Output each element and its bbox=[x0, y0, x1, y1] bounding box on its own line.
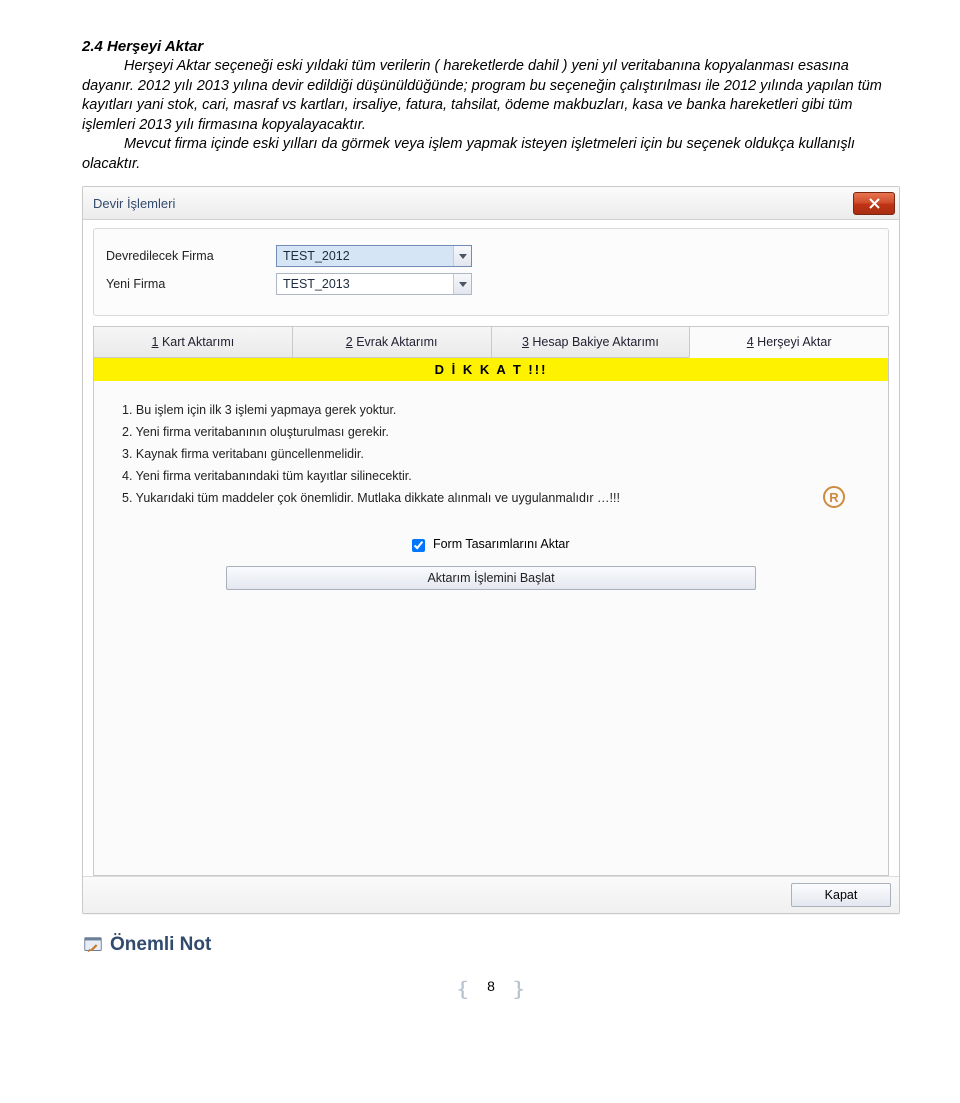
tab-4-key: 4 bbox=[747, 335, 754, 349]
tab-2-key: 2 bbox=[346, 335, 353, 349]
page-number: 8 bbox=[481, 978, 501, 994]
section-title: 2.4 Herşeyi Aktar bbox=[82, 38, 900, 55]
kapat-button[interactable]: Kapat bbox=[791, 883, 891, 907]
devir-islemleri-window: Devir İşlemleri Devredilecek Firma bbox=[82, 186, 900, 914]
aktarim-baslat-button[interactable]: Aktarım İşlemini Başlat bbox=[226, 566, 756, 590]
note-icon bbox=[82, 934, 104, 956]
notice-item: 1. Bu işlem için ilk 3 işlemi yapmaya ge… bbox=[122, 403, 872, 417]
form-tasarimlarini-aktar-label: Form Tasarımlarını Aktar bbox=[433, 537, 570, 551]
tab-herseyi-aktar[interactable]: 4 Herşeyi Aktar bbox=[689, 326, 889, 358]
dropdown-arrow[interactable] bbox=[453, 246, 471, 266]
notice-item: 2. Yeni firma veritabanının oluşturulmas… bbox=[122, 425, 872, 439]
onemli-not-heading: Önemli Not bbox=[82, 934, 900, 956]
tab-4-label: Herşeyi Aktar bbox=[754, 335, 832, 349]
tab-kart-aktarimi[interactable]: 1 Kart Aktarımı bbox=[93, 326, 292, 357]
devredilecek-firma-combo[interactable] bbox=[276, 245, 472, 267]
devredilecek-firma-label: Devredilecek Firma bbox=[106, 249, 276, 263]
window-title: Devir İşlemleri bbox=[93, 196, 175, 211]
notice-item: 4. Yeni firma veritabanındaki tüm kayıtl… bbox=[122, 469, 872, 483]
window-footer: Kapat bbox=[83, 876, 899, 913]
chevron-down-icon bbox=[459, 254, 467, 259]
tab-1-label: Kart Aktarımı bbox=[158, 335, 234, 349]
notice-list: 1. Bu işlem için ilk 3 işlemi yapmaya ge… bbox=[94, 381, 888, 519]
yeni-firma-row: Yeni Firma bbox=[106, 273, 876, 295]
window-titlebar: Devir İşlemleri bbox=[83, 187, 899, 220]
brace-right-icon: ﹜ bbox=[499, 966, 538, 1006]
devredilecek-firma-row: Devredilecek Firma bbox=[106, 245, 876, 267]
tab-2-label: Evrak Aktarımı bbox=[353, 335, 438, 349]
close-icon bbox=[869, 198, 880, 209]
tab-content: D İ K K A T !!! 1. Bu işlem için ilk 3 i… bbox=[93, 358, 889, 876]
dikkat-banner: D İ K K A T !!! bbox=[94, 358, 888, 381]
yeni-firma-combo[interactable] bbox=[276, 273, 472, 295]
form-panel: Devredilecek Firma Yeni Firma bbox=[93, 228, 889, 316]
form-tasarimlarini-aktar-label-wrap[interactable]: Form Tasarımlarını Aktar bbox=[412, 537, 569, 551]
section-paragraph-2: Mevcut firma içinde eski yılları da görm… bbox=[82, 135, 900, 174]
tab-3-key: 3 bbox=[522, 335, 529, 349]
tab-evrak-aktarimi[interactable]: 2 Evrak Aktarımı bbox=[292, 326, 491, 357]
yeni-firma-label: Yeni Firma bbox=[106, 277, 276, 291]
form-tasarimlarini-aktar-row: Form Tasarımlarını Aktar bbox=[94, 537, 888, 551]
tabstrip: 1 Kart Aktarımı 2 Evrak Aktarımı 3 Hesap… bbox=[93, 326, 889, 358]
onemli-not-label: Önemli Not bbox=[110, 934, 211, 956]
registered-mark-icon: R bbox=[823, 486, 845, 508]
brace-left-icon: ﹛ bbox=[444, 966, 483, 1006]
form-tasarimlarini-aktar-checkbox[interactable] bbox=[412, 539, 425, 552]
tab-hesap-bakiye-aktarimi[interactable]: 3 Hesap Bakiye Aktarımı bbox=[491, 326, 690, 357]
yeni-firma-input[interactable] bbox=[276, 273, 472, 295]
tab-3-label: Hesap Bakiye Aktarımı bbox=[529, 335, 659, 349]
dropdown-arrow[interactable] bbox=[453, 274, 471, 294]
window-close-button[interactable] bbox=[853, 192, 895, 215]
notice-item: 3. Kaynak firma veritabanı güncellenmeli… bbox=[122, 447, 872, 461]
section-paragraph-1: Herşeyi Aktar seçeneği eski yıldaki tüm … bbox=[82, 57, 900, 135]
devredilecek-firma-input[interactable] bbox=[276, 245, 472, 267]
notice-item: 5. Yukarıdaki tüm maddeler çok önemlidir… bbox=[122, 491, 872, 505]
chevron-down-icon bbox=[459, 282, 467, 287]
page-number-wrap: ﹛ 8 ﹜ bbox=[82, 966, 900, 994]
